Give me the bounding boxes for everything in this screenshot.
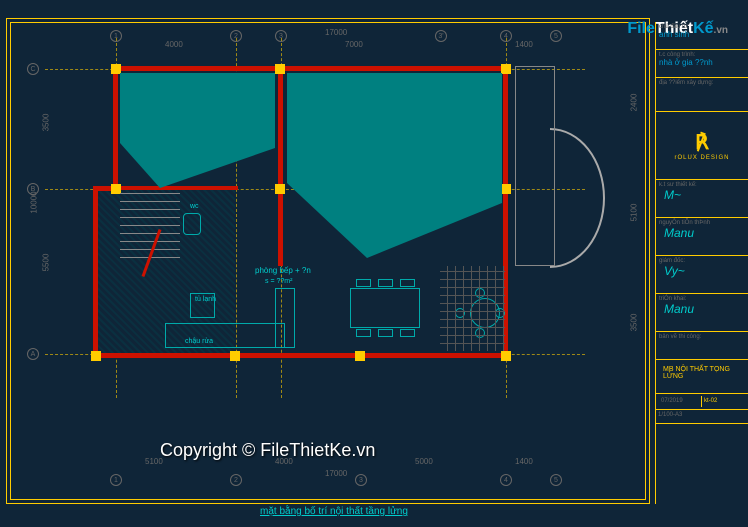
col-8 [230, 351, 240, 361]
copyright-watermark: Copyright © FileThietKe.vn [160, 440, 375, 461]
dim-left-2: 5500 [41, 254, 50, 272]
company-logo: ℟ rOLUX DESIGN [656, 112, 748, 180]
kitchen-island [275, 288, 295, 348]
col-10 [501, 351, 511, 361]
void-1 [120, 73, 275, 188]
grid-bubble-a: A [27, 348, 39, 360]
project-value: nhà ở gia ??nh [659, 58, 745, 67]
dim-right-1: 2400 [630, 94, 639, 112]
void-2 [287, 73, 502, 258]
col-5 [275, 184, 285, 194]
logo-text: rOLUX DESIGN [674, 155, 729, 161]
sheet-value: kt-02 [702, 396, 745, 407]
dim-bot-total: 17000 [325, 469, 347, 478]
wall-mid [278, 66, 283, 266]
kitchen-label: phòng bếp + ?n [255, 266, 311, 275]
col-9 [355, 351, 365, 361]
logo-icon: ℟ [695, 130, 709, 155]
toilet-icon [183, 213, 201, 235]
dim-right-2: 5100 [630, 204, 639, 222]
grid-bubble-5: 5 [550, 30, 562, 42]
col-2 [275, 64, 285, 74]
dim-right-3: 3500 [630, 314, 639, 332]
signature-1: M~ [664, 188, 681, 202]
dining-table [350, 288, 420, 328]
dim-left-1: 3500 [41, 114, 50, 132]
wall-left-upper [113, 66, 118, 191]
location-label: địa ??iểm xây dựng: [659, 80, 745, 86]
owner-value: anh sinh [659, 30, 745, 39]
wall-top [113, 66, 508, 71]
drawing-name: MB NỘI THẤT TỌNG LỬNG [659, 362, 745, 384]
wall-left-lower [93, 186, 98, 358]
balcony-right [515, 66, 555, 266]
signature-3: Vy~ [664, 264, 685, 278]
grid-bubble-2b: 2 [230, 474, 242, 486]
wall-bottom [93, 353, 508, 358]
dim-top-1: 4000 [165, 40, 183, 49]
scale-value: 1/100-A3 [656, 410, 748, 424]
grid-bubble-c: C [27, 63, 39, 75]
dim-left-total: 10000 [30, 191, 39, 213]
wm-file: File [627, 20, 655, 37]
kitchen-counter [165, 323, 285, 348]
dim-top-total: 17000 [325, 28, 347, 37]
fridge-icon [190, 293, 215, 318]
col-3 [501, 64, 511, 74]
wc-label: wc [190, 203, 199, 210]
drawing-title: mặt bằng bố trí nội thất tầng lửng [260, 506, 408, 517]
date-value: 07/2019 [659, 396, 702, 407]
grid-bubble-1b: 1 [110, 474, 122, 486]
grid-bubble-3b: 3 [355, 474, 367, 486]
col-6 [501, 184, 511, 194]
dim-bot-4: 1400 [515, 457, 533, 466]
drawing-label: bản vẽ thi công: [659, 334, 745, 340]
grid-bubble-5b: 5 [550, 474, 562, 486]
dim-bot-3: 5000 [415, 457, 433, 466]
dim-top-2: 7000 [345, 40, 363, 49]
kitchen-area: s = ??m² [265, 278, 292, 285]
col-7 [91, 351, 101, 361]
grid-bubble-3p: 3' [435, 30, 447, 42]
title-block: chủ đầu tư: anh sinh t.c công trình: nhà… [655, 22, 748, 504]
floor-plan: 1 2 3 3' 4 5 1 2 3 4 5 C B A 4000 7000 1… [75, 48, 615, 428]
terrace-tile [440, 266, 505, 351]
dim-top-4: 1400 [515, 40, 533, 49]
grid-bubble-4b: 4 [500, 474, 512, 486]
signature-2: Manu [664, 226, 694, 240]
signature-4: Manu [664, 302, 694, 316]
